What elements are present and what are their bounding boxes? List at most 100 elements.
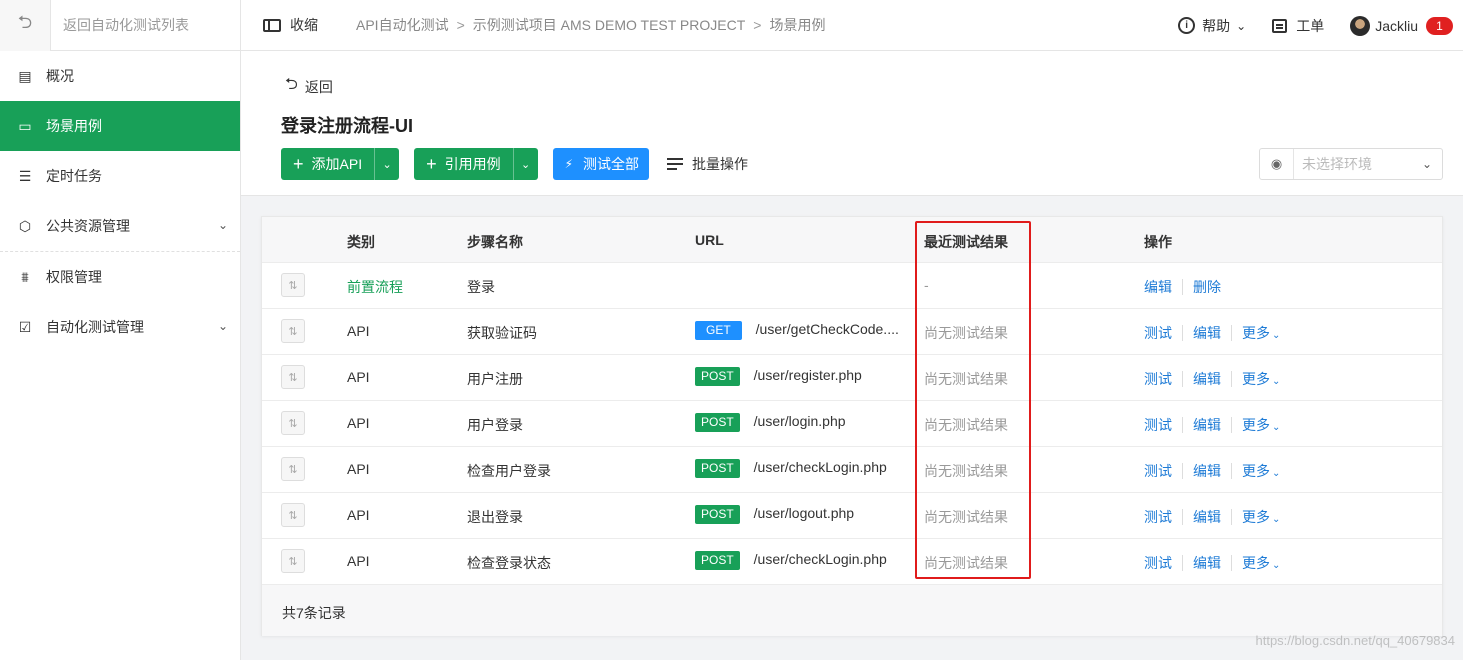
row-url: /user/logout.php: [753, 505, 855, 521]
test-link[interactable]: 测试: [1144, 507, 1172, 527]
edit-link[interactable]: 编辑: [1193, 553, 1221, 573]
more-link[interactable]: 更多 ⌄: [1242, 553, 1280, 573]
ticket-label: 工单: [1296, 17, 1325, 34]
chevron-down-icon: ⌄: [1272, 422, 1281, 433]
chevron-down-icon: ⌄: [1272, 468, 1281, 479]
test-link[interactable]: 测试: [1144, 553, 1172, 573]
notification-badge[interactable]: 1: [1426, 16, 1453, 35]
list-icon: ☰: [18, 167, 32, 184]
more-link[interactable]: 更多 ⌄: [1242, 369, 1280, 389]
drag-handle-icon[interactable]: ⇅: [281, 549, 305, 573]
user-menu[interactable]: Jackliu 1: [1350, 15, 1463, 36]
ref-case-dropdown[interactable]: ⌄: [512, 148, 538, 180]
column-header-category: 类别: [347, 234, 375, 250]
action-divider: [1182, 325, 1183, 341]
back-to-list-label: 返回自动化测试列表: [63, 17, 189, 33]
row-step-name: 检查用户登录: [467, 463, 551, 479]
cube-icon: ⬡: [18, 217, 32, 234]
row-last-result: -: [924, 277, 929, 293]
batch-label: 批量操作: [692, 156, 749, 172]
test-link[interactable]: 测试: [1144, 323, 1172, 343]
row-last-result: 尚无测试结果: [924, 371, 1008, 387]
edit-link[interactable]: 编辑: [1193, 415, 1221, 435]
ticket-button[interactable]: 工单: [1272, 16, 1324, 36]
row-step-name: 获取验证码: [467, 325, 537, 341]
breadcrumb-separator: >: [753, 17, 762, 33]
ref-case-button[interactable]: + 引用用例: [414, 148, 513, 180]
breadcrumb-item[interactable]: API自动化测试: [356, 15, 449, 35]
row-category: API: [347, 507, 370, 523]
sidebar-item-scheduled-tasks[interactable]: ☰ 定时任务: [0, 151, 240, 201]
top-header: 收缩 API自动化测试 > 示例测试项目 AMS DEMO TEST PROJE…: [241, 0, 1463, 51]
action-label: 编辑: [1193, 417, 1221, 433]
row-actions: 测试 编辑 更多 ⌄: [1144, 323, 1290, 343]
edit-link[interactable]: 编辑: [1144, 277, 1172, 297]
sidebar-item-public-resources[interactable]: ⬡ 公共资源管理 ⌄: [0, 201, 240, 251]
help-menu[interactable]: i 帮助 ⌄: [1178, 16, 1246, 36]
edit-link[interactable]: 编辑: [1193, 461, 1221, 481]
sidebar-item-label: 概况: [46, 68, 74, 84]
edit-link[interactable]: 编辑: [1193, 507, 1221, 527]
test-link[interactable]: 测试: [1144, 415, 1172, 435]
column-header-last-result: 最近测试结果: [924, 234, 1008, 250]
more-link[interactable]: 更多 ⌄: [1242, 461, 1280, 481]
sidebar-item-automation-management[interactable]: ☑ 自动化测试管理 ⌄: [0, 302, 240, 352]
column-header-url: URL: [695, 232, 724, 248]
more-link[interactable]: 更多 ⌄: [1242, 415, 1280, 435]
breadcrumb-item[interactable]: 示例测试项目 AMS DEMO TEST PROJECT: [473, 15, 746, 35]
table-row: ⇅ API 获取验证码 GET/user/getCheckCode.... 尚无测试结果…: [262, 308, 1442, 354]
test-all-button[interactable]: ⚡ 测试全部: [552, 148, 650, 180]
undo-icon: ⮌: [0, 0, 51, 51]
sidebar-item-permissions[interactable]: ⩩ 权限管理: [0, 252, 240, 302]
chevron-down-icon: ⌄: [217, 319, 228, 333]
drag-handle-icon[interactable]: ⇅: [281, 273, 305, 297]
add-api-dropdown[interactable]: ⌄: [374, 148, 399, 180]
test-link[interactable]: 测试: [1144, 369, 1172, 389]
drag-handle-icon[interactable]: ⇅: [281, 365, 305, 389]
breadcrumb-item: 场景用例: [769, 17, 826, 33]
action-label: 测试: [1144, 417, 1172, 433]
back-label: 返回: [304, 78, 333, 95]
drag-handle-icon[interactable]: ⇅: [281, 411, 305, 435]
ticket-icon: [1272, 18, 1288, 33]
row-actions: 测试 编辑 更多 ⌄: [1144, 507, 1290, 527]
environment-select[interactable]: ◉ 未选择环境 ⌄: [1259, 148, 1443, 180]
sidebar-item-label: 公共资源管理: [46, 218, 130, 234]
row-category[interactable]: 前置流程: [347, 277, 403, 297]
clipboard-icon: ☑: [18, 318, 32, 335]
user-name: Jackliu: [1375, 17, 1418, 34]
row-category: API: [347, 323, 370, 339]
test-link[interactable]: 测试: [1144, 461, 1172, 481]
edit-link[interactable]: 编辑: [1193, 323, 1221, 343]
back-link[interactable]: ⮌ 返回: [285, 73, 333, 100]
info-icon: i: [1178, 17, 1196, 34]
overview-icon: ▤: [18, 67, 32, 84]
sidebar-item-scene-cases[interactable]: ▭ 场景用例: [0, 101, 240, 151]
drag-handle-icon[interactable]: ⇅: [281, 503, 305, 527]
action-divider: [1231, 555, 1232, 571]
action-label: 编辑: [1193, 463, 1221, 479]
drag-handle-icon[interactable]: ⇅: [281, 457, 305, 481]
more-link[interactable]: 更多 ⌄: [1242, 507, 1280, 527]
back-to-list[interactable]: ⮌ 返回自动化测试列表: [0, 0, 240, 51]
batch-operation-button[interactable]: 批量操作: [667, 154, 748, 174]
action-label: 编辑: [1193, 509, 1221, 525]
sidebar-item-overview[interactable]: ▤ 概况: [0, 51, 240, 101]
row-actions: 测试 编辑 更多 ⌄: [1144, 415, 1290, 435]
sidebar-toggle-icon: [263, 18, 281, 32]
row-last-result: 尚无测试结果: [924, 509, 1008, 525]
add-api-button[interactable]: + 添加API: [281, 148, 374, 180]
delete-link[interactable]: 删除: [1193, 277, 1221, 297]
action-divider: [1231, 463, 1232, 479]
action-divider: [1231, 417, 1232, 433]
edit-link[interactable]: 编辑: [1193, 369, 1221, 389]
more-link[interactable]: 更多 ⌄: [1242, 323, 1280, 343]
chevron-down-icon: ⌄: [217, 218, 228, 232]
action-divider: [1182, 509, 1183, 525]
action-divider: [1182, 279, 1183, 295]
table-row: ⇅ API 退出登录 POST/user/logout.php 尚无测试结果 测试 编辑 更多…: [262, 492, 1442, 538]
action-label: 更多: [1242, 509, 1270, 525]
collapse-button[interactable]: 收缩: [241, 15, 356, 35]
chevron-down-icon: ⌄: [1272, 330, 1281, 341]
drag-handle-icon[interactable]: ⇅: [281, 319, 305, 343]
